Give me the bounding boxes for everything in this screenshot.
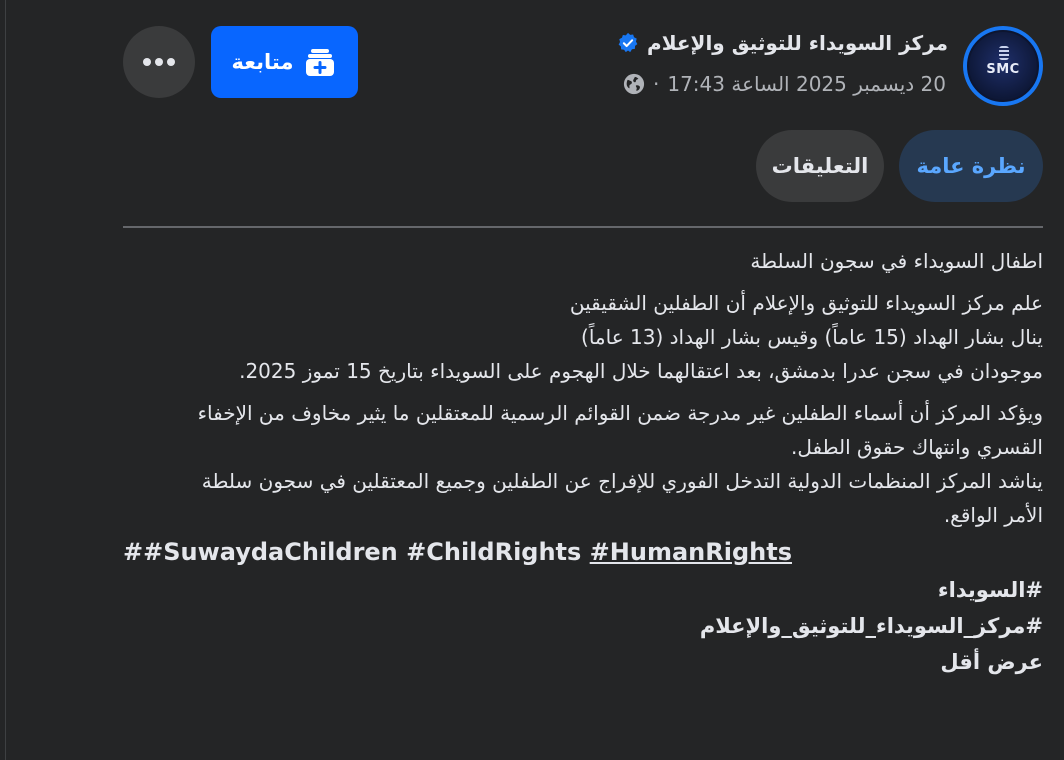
tabs-divider xyxy=(123,226,1043,228)
english-hashtags: ##SuwaydaChildren #ChildRights #HumanRig… xyxy=(123,532,1043,572)
tab-overview[interactable]: نظرة عامة xyxy=(899,130,1043,202)
post-line: الأمر الواقع. xyxy=(943,503,1043,527)
verified-badge-icon xyxy=(618,32,638,53)
microphone-icon xyxy=(999,46,1009,60)
hashtag-link[interactable]: #HumanRights xyxy=(590,538,792,566)
tab-comments[interactable]: التعليقات xyxy=(756,130,884,202)
follow-button-label: متابعة xyxy=(231,50,294,74)
globe-icon[interactable] xyxy=(623,73,645,95)
page-avatar[interactable]: SMC xyxy=(963,26,1043,106)
meta-separator: · xyxy=(653,72,660,96)
post-meta: 20 ديسمبر 2025 الساعة 17:43 · xyxy=(623,72,946,96)
add-to-feed-icon xyxy=(306,49,335,76)
page-name-row: مركز السويداء للتوثيق والإعلام xyxy=(617,31,948,55)
post-body: اطفال السويداء في سجون السلطة علم مركز ا… xyxy=(123,244,1043,680)
avatar-logo: SMC xyxy=(967,30,1039,102)
post-line: علم مركز السويداء للتوثيق والإعلام أن ال… xyxy=(569,291,1043,315)
post-line: ينال بشار الهداد (15 عاماً) وقيس بشار ال… xyxy=(581,325,1043,349)
post-line: موجودان في سجن عدرا بدمشق، بعد اعتقالهما… xyxy=(239,359,1043,383)
hashtag-link[interactable]: ##SuwaydaChildren xyxy=(123,538,398,566)
avatar-logo-text: SMC xyxy=(986,62,1020,77)
more-options-icon xyxy=(143,58,175,66)
post-line: القسري وانتهاك حقوق الطفل. xyxy=(791,435,1043,459)
hashtag-link[interactable]: #ChildRights xyxy=(406,538,581,566)
follow-button[interactable]: متابعة xyxy=(211,26,358,98)
left-border xyxy=(5,0,6,760)
hashtag-link[interactable]: #مركز_السويداء_للتوثيق_والإعلام xyxy=(123,608,1043,644)
post-title: اطفال السويداء في سجون السلطة xyxy=(750,249,1043,273)
page-name[interactable]: مركز السويداء للتوثيق والإعلام xyxy=(647,31,948,55)
show-less-link[interactable]: عرض أقل xyxy=(123,644,1043,680)
post-line: يناشد المركز المنظمات الدولية التدخل الف… xyxy=(201,469,1043,493)
more-options-button[interactable] xyxy=(123,26,195,98)
hashtag-link[interactable]: #السويداء xyxy=(123,572,1043,608)
post-line: ويؤكد المركز أن أسماء الطفلين غير مدرجة … xyxy=(197,401,1043,425)
post-timestamp[interactable]: 20 ديسمبر 2025 الساعة 17:43 xyxy=(667,72,946,96)
